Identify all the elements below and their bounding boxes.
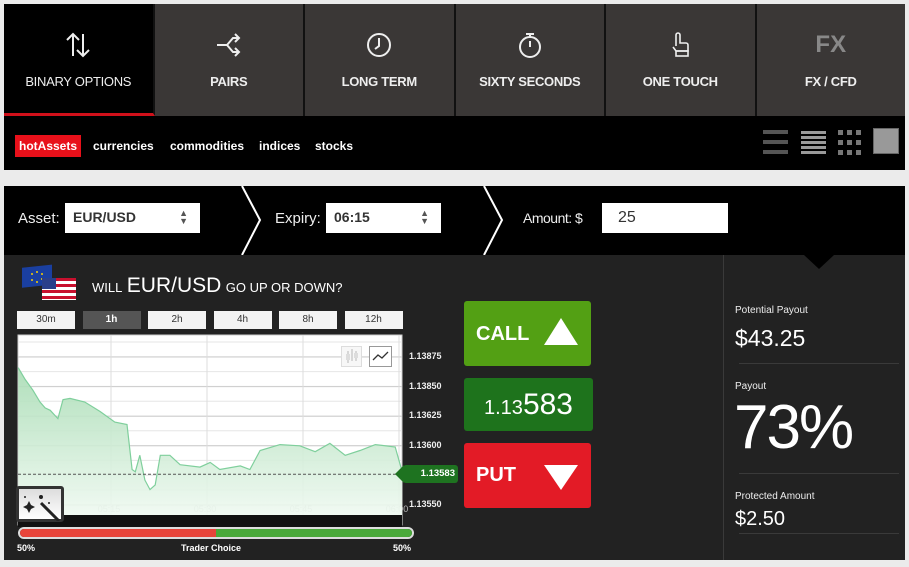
chevron-separator — [241, 186, 262, 255]
timeframe-12h[interactable]: 12h — [344, 311, 403, 329]
price-suffix: 583 — [522, 388, 573, 421]
trade-form-bar: Asset: EUR/USD ▲ ▼ Expiry: 06:15 ▲ ▼ Amount:… — [4, 186, 905, 255]
put-percent: 50% — [17, 543, 36, 553]
sentiment-bar — [18, 527, 414, 539]
y-tick-label: 1.13600 — [409, 439, 442, 450]
question-heading: WILL EUR/USD GO UP OR DOWN? — [92, 274, 343, 298]
tab-label: LONG TERM — [341, 74, 418, 89]
tab-binary-options[interactable]: BINARY OPTIONS — [4, 4, 155, 116]
tab-label: ONE TOUCH — [642, 74, 718, 89]
category-bar: hotAssets currencies commodities indices sto… — [4, 116, 905, 170]
amount-label: Amount: $ — [523, 210, 583, 226]
line-chart-toggle-icon[interactable] — [369, 346, 392, 367]
eur-usd-flags-icon — [22, 264, 76, 300]
timeframe-2h[interactable]: 2h — [148, 311, 206, 329]
up-down-arrows-icon — [64, 32, 92, 58]
y-tick-label: 1.13850 — [409, 380, 442, 391]
split-arrows-icon — [215, 32, 243, 58]
chevron-separator — [483, 186, 504, 255]
call-button[interactable]: CALL — [464, 301, 591, 366]
panel-pointer — [804, 255, 834, 269]
stopwatch-icon — [517, 32, 543, 58]
trader-choice-label: Trader Choice — [181, 543, 242, 553]
clock-icon — [366, 32, 392, 58]
compact-list-view-icon[interactable] — [800, 128, 828, 156]
tab-sixty-seconds[interactable]: SIXTY SECONDS — [456, 4, 606, 116]
timeframe-1h[interactable]: 1h — [82, 311, 141, 329]
current-price-tag: 1.13583 — [403, 465, 458, 483]
sentiment-call-fill — [216, 529, 412, 537]
trade-panel: Asset: EUR/USD ▲ ▼ Expiry: 06:15 ▲ ▼ Amount:… — [4, 186, 905, 560]
current-price-display: 1.13583 — [464, 378, 593, 431]
grid-view-icon[interactable] — [836, 128, 864, 156]
category-currencies[interactable]: currencies — [89, 135, 158, 157]
question-asset: EUR/USD — [126, 274, 222, 297]
category-stocks[interactable]: stocks — [311, 135, 357, 157]
expiry-label: Expiry: — [275, 210, 321, 227]
category-indices[interactable]: indices — [255, 135, 304, 157]
y-tick-label: 1.13625 — [409, 410, 442, 421]
price-prefix: 1.13 — [484, 397, 523, 419]
asset-value: EUR/USD — [73, 209, 137, 225]
product-nav: BINARY OPTIONS PAIRS LONG TERM SIXTY SECOND… — [4, 4, 905, 116]
y-tick-label: 1.13875 — [409, 351, 442, 361]
tab-one-touch[interactable]: ONE TOUCH — [606, 4, 757, 116]
call-label: CALL — [476, 323, 530, 345]
payout-value: 73% — [734, 393, 854, 462]
call-percent: 50% — [393, 543, 412, 553]
expiry-select[interactable]: 06:15 ▲ ▼ — [326, 203, 441, 233]
question-prefix: WILL — [92, 280, 123, 295]
single-view-icon[interactable] — [873, 128, 899, 154]
timeframe-8h[interactable]: 8h — [279, 311, 337, 329]
timeframe-4h[interactable]: 4h — [213, 311, 272, 329]
select-arrows-icon: ▲ ▼ — [420, 208, 429, 226]
tab-long-term[interactable]: LONG TERM — [305, 4, 456, 116]
protected-amount-value: $2.50 — [735, 508, 786, 530]
tab-pairs[interactable]: PAIRS — [155, 4, 305, 116]
price-tag-pointer — [395, 465, 404, 483]
tab-label: PAIRS — [210, 74, 248, 89]
potential-payout-value: $43.25 — [735, 325, 806, 351]
category-commodities[interactable]: commodities — [166, 135, 248, 157]
y-tick-label: 1.13550 — [409, 499, 442, 509]
payout-label: Payout — [735, 381, 767, 392]
expiry-value: 06:15 — [334, 209, 370, 225]
put-button[interactable]: PUT — [464, 443, 591, 508]
x-axis-band — [18, 515, 402, 527]
hand-pointer-icon — [669, 32, 691, 58]
select-arrows-icon: ▲ ▼ — [179, 208, 188, 226]
asset-label: Asset: — [18, 210, 60, 227]
list-view-icon[interactable] — [762, 128, 790, 156]
fx-icon: FX — [815, 31, 847, 58]
amount-input[interactable] — [602, 203, 728, 233]
question-suffix: GO UP OR DOWN? — [225, 280, 343, 295]
tab-label: FX / CFD — [804, 74, 857, 89]
tab-label: SIXTY SECONDS — [479, 74, 581, 89]
put-label: PUT — [476, 464, 516, 486]
category-hotassets[interactable]: hotAssets — [15, 135, 82, 157]
triangle-up-icon — [544, 318, 578, 345]
asset-select[interactable]: EUR/USD ▲ ▼ — [65, 203, 200, 233]
candlestick-toggle-icon[interactable] — [341, 346, 362, 367]
protected-amount-label: Protected Amount — [735, 491, 815, 502]
magic-wand-icon[interactable] — [16, 486, 64, 523]
tab-label: BINARY OPTIONS — [25, 74, 132, 89]
triangle-down-icon — [544, 465, 578, 490]
timeframe-30m[interactable]: 30m — [17, 311, 75, 329]
potential-payout-label: Potential Payout — [735, 305, 808, 316]
sentiment-put-fill — [20, 529, 216, 537]
tab-fx-cfd[interactable]: FX FX / CFD — [757, 4, 906, 116]
